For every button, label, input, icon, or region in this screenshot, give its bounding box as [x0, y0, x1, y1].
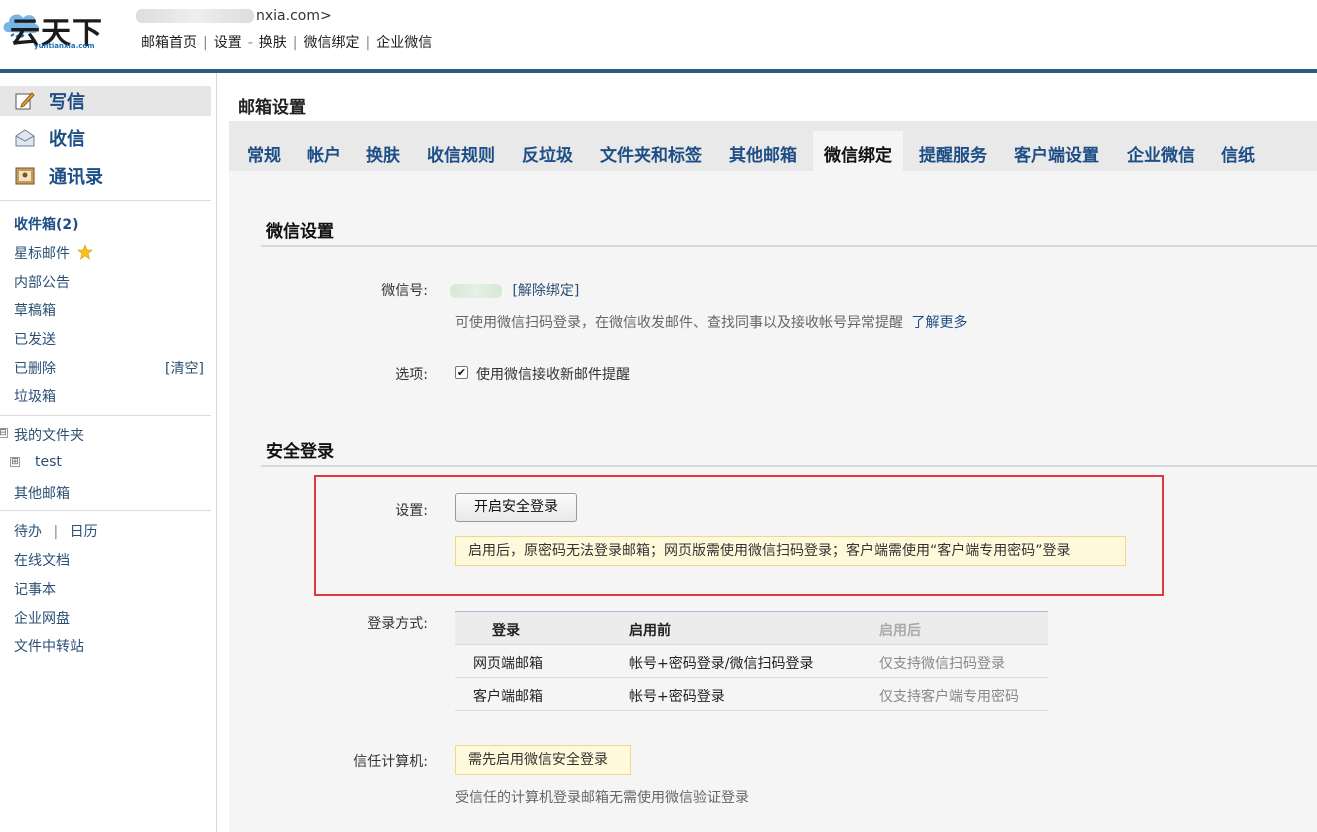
tab-folders-labels[interactable]: 文件夹和标签	[600, 131, 702, 171]
logo[interactable]: 云天下 yuntianxia.com	[0, 2, 122, 51]
section-divider	[261, 245, 1317, 247]
sidebar-item-calendar[interactable]: 日历	[70, 524, 98, 540]
separator: |	[53, 524, 59, 540]
trusted-computer-desc: 受信任的计算机登录邮箱无需使用微信验证登录	[455, 790, 749, 806]
wechat-section-title: 微信设置	[266, 222, 334, 242]
tab-account[interactable]: 帐户	[307, 131, 341, 171]
account-suffix: nxia.com>	[256, 8, 332, 24]
separator: |	[203, 35, 208, 51]
enable-secure-login-button[interactable]: 开启安全登录	[455, 493, 577, 522]
secure-login-warning: 启用后，原密码无法登录邮箱；网页版需使用微信扫码登录；客户端需使用“客户端专用密…	[455, 536, 1126, 566]
sidebar-item-deleted[interactable]: 已删除	[14, 358, 56, 378]
wechat-desc-text: 可使用微信扫码登录，在微信收发邮件、查找同事以及接收帐号异常提醒	[455, 315, 903, 331]
separator: -	[247, 35, 253, 51]
link-enterprise-wechat[interactable]: 企业微信	[376, 35, 432, 51]
sidebar-item-transfer[interactable]: 文件中转站	[14, 636, 84, 656]
tab-skin[interactable]: 换肤	[366, 131, 400, 171]
sidebar-item-other-mail[interactable]: 其他邮箱	[14, 483, 70, 503]
table-row-divider	[455, 677, 1048, 678]
sidebar-divider	[0, 510, 211, 511]
table-cell: 客户端邮箱	[473, 689, 543, 705]
page-title: 邮箱设置	[238, 98, 306, 118]
separator: |	[365, 35, 371, 51]
wechat-id-row: [解除绑定]	[450, 280, 579, 300]
new-mail-reminder-checkbox[interactable]: ✔	[455, 366, 468, 379]
sidebar-item-online-docs[interactable]: 在线文档	[14, 550, 70, 570]
contacts-label: 通讯录	[49, 167, 103, 188]
table-cell: 帐号+密码登录	[629, 689, 725, 705]
tab-reminders[interactable]: 提醒服务	[919, 131, 987, 171]
options-label: 选项:	[395, 367, 428, 383]
tab-client-settings[interactable]: 客户端设置	[1014, 131, 1099, 171]
clear-trash-link[interactable]: [清空]	[165, 358, 204, 378]
setting-label: 设置:	[395, 503, 428, 519]
tab-stationery[interactable]: 信纸	[1221, 131, 1255, 171]
sidebar-item-todo[interactable]: 待办	[14, 524, 42, 540]
sidebar-item-starred[interactable]: 星标邮件	[14, 243, 94, 263]
sidebar-item-drafts[interactable]: 草稿箱	[14, 300, 56, 320]
table-cell: 仅支持客户端专用密码	[879, 689, 1019, 705]
table-header-login: 登录	[492, 623, 520, 639]
sidebar-todo-calendar: 待办 | 日历	[14, 521, 98, 541]
compose-label: 写信	[49, 92, 85, 113]
compose-icon	[15, 92, 35, 110]
security-section-title: 安全登录	[266, 442, 334, 462]
logo-subtext: yuntianxia.com	[34, 42, 95, 50]
table-header	[455, 612, 1048, 644]
sidebar-item-notice[interactable]: 内部公告	[14, 272, 70, 292]
table-row-divider	[455, 644, 1048, 645]
inbox-icon	[15, 129, 35, 147]
sidebar-item-sent[interactable]: 已发送	[14, 329, 56, 349]
account-address: nxia.com>	[136, 8, 332, 24]
link-skin[interactable]: 换肤	[259, 35, 287, 51]
sidebar: 写信 收信 通讯录 收件箱(2) 星标邮件 内部公告 草稿箱 已发送 已删除 […	[0, 73, 217, 832]
section-divider	[261, 465, 1317, 467]
unbind-link[interactable]: [解除绑定]	[512, 283, 579, 299]
sidebar-divider	[0, 415, 211, 416]
table-header-after: 启用后	[879, 623, 921, 639]
learn-more-link[interactable]: 了解更多	[911, 315, 967, 331]
sidebar-item-test[interactable]: test	[35, 454, 62, 470]
separator: |	[292, 35, 298, 51]
tab-other-mail[interactable]: 其他邮箱	[729, 131, 797, 171]
table-bottom-border	[455, 710, 1048, 711]
contacts-icon	[15, 167, 35, 185]
link-mail-home[interactable]: 邮箱首页	[141, 35, 197, 51]
table-cell: 网页端邮箱	[473, 656, 543, 672]
link-wechat-bind[interactable]: 微信绑定	[304, 35, 360, 51]
collapse-icon[interactable]: ⊟	[0, 428, 8, 438]
sidebar-item-netdisk[interactable]: 企业网盘	[14, 608, 70, 628]
sidebar-item-inbox[interactable]: 收件箱(2)	[14, 214, 79, 234]
wechat-description: 可使用微信扫码登录，在微信收发邮件、查找同事以及接收帐号异常提醒 了解更多	[455, 312, 967, 332]
top-header: 云天下 yuntianxia.com nxia.com> 邮箱首页 | 设置 - 换肤 |…	[0, 0, 1317, 68]
tab-enterprise-wechat[interactable]: 企业微信	[1127, 131, 1195, 171]
tab-rules[interactable]: 收信规则	[427, 131, 495, 171]
wechat-id-label: 微信号:	[381, 283, 428, 299]
sidebar-item-spam[interactable]: 垃圾箱	[14, 386, 56, 406]
sidebar-divider	[0, 200, 211, 201]
expand-icon[interactable]: ⊞	[10, 457, 20, 467]
tab-general[interactable]: 常规	[247, 131, 281, 171]
table-header-before: 启用前	[629, 623, 671, 639]
star-icon	[77, 244, 94, 260]
trusted-computer-label: 信任计算机:	[353, 754, 428, 770]
receive-label: 收信	[49, 129, 85, 150]
login-method-label: 登录方式:	[367, 616, 428, 632]
starred-label: 星标邮件	[14, 246, 70, 262]
table-cell: 帐号+密码登录/微信扫码登录	[629, 656, 814, 672]
new-mail-reminder-label[interactable]: 使用微信接收新邮件提醒	[476, 364, 630, 384]
sidebar-compose[interactable]: 写信	[0, 86, 211, 116]
blurred-wechat-id	[450, 284, 502, 298]
trusted-computer-badge: 需先启用微信安全登录	[455, 745, 631, 775]
tab-antispam[interactable]: 反垃圾	[522, 131, 573, 171]
sidebar-item-my-folders[interactable]: 我的文件夹	[14, 425, 84, 445]
tab-wechat-bind[interactable]: 微信绑定	[813, 131, 903, 171]
link-settings[interactable]: 设置	[214, 35, 242, 51]
top-nav-links: 邮箱首页 | 设置 - 换肤 | 微信绑定 | 企业微信	[141, 32, 432, 52]
sidebar-item-notes[interactable]: 记事本	[14, 579, 56, 599]
sidebar-receive[interactable]: 收信	[0, 123, 211, 153]
blurred-account	[136, 9, 254, 23]
sidebar-contacts[interactable]: 通讯录	[0, 161, 211, 191]
table-cell: 仅支持微信扫码登录	[879, 656, 1005, 672]
